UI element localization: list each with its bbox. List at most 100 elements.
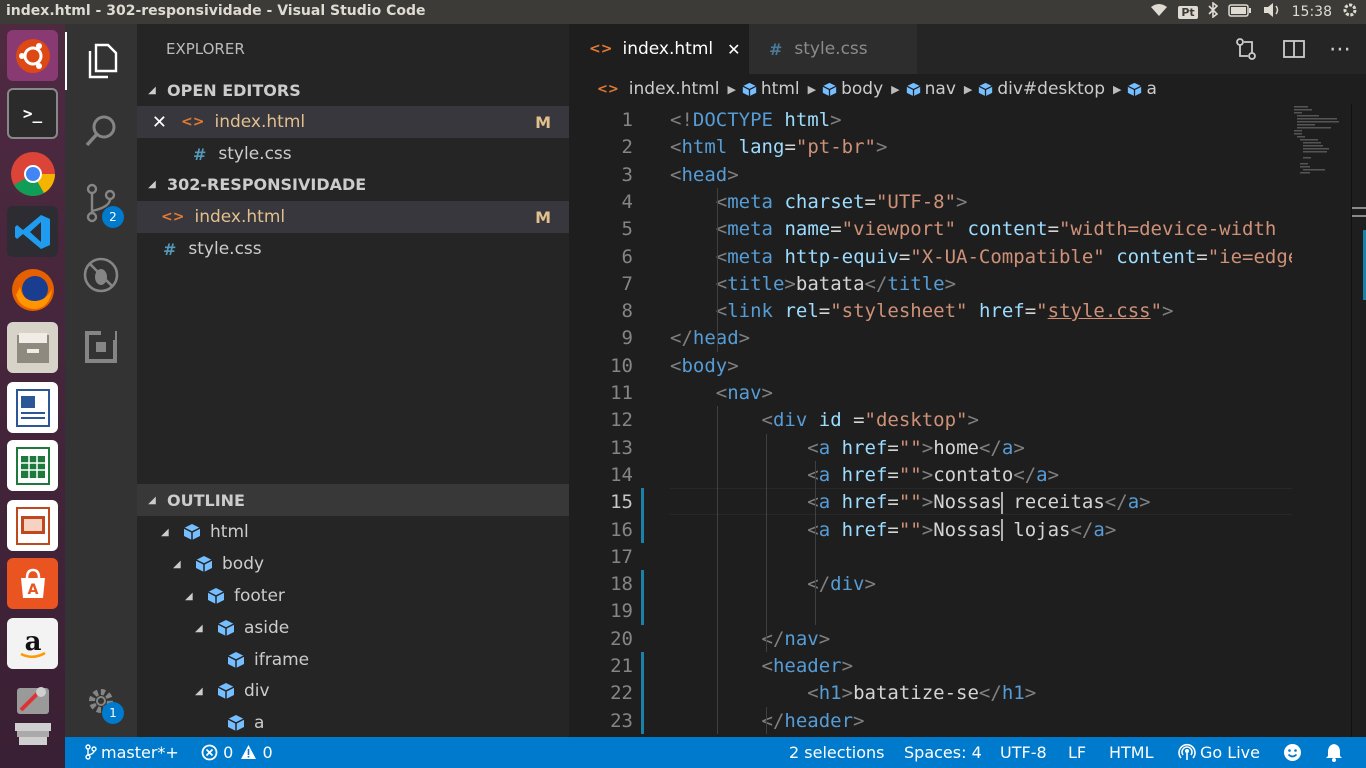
file-item[interactable]: # style.css (137, 233, 569, 265)
code-line[interactable]: <a href="">Nossas lojas</a> (670, 519, 1292, 541)
code-line[interactable]: <body> (670, 355, 1292, 377)
breadcrumb-item[interactable]: index.html (629, 79, 720, 99)
outline-item[interactable]: ◢ footer (137, 580, 569, 612)
line-number[interactable]: 10 (589, 355, 633, 377)
trash-icon[interactable] (7, 714, 58, 754)
manage-gear-icon[interactable]: 1 (65, 672, 137, 730)
outline-item[interactable]: iframe (137, 644, 569, 676)
code-line[interactable]: <h1>batatize-se</h1> (670, 682, 1292, 704)
line-number[interactable]: 16 (589, 519, 633, 541)
line-number[interactable]: 13 (589, 437, 633, 459)
more-actions-icon[interactable]: ⋯ (1327, 24, 1353, 74)
line-number[interactable]: 2 (589, 136, 633, 158)
impress-icon[interactable] (7, 500, 58, 551)
line-number[interactable]: 14 (589, 464, 633, 486)
split-editor-icon[interactable] (1281, 24, 1307, 74)
close-icon[interactable]: ✕ (137, 112, 167, 133)
chrome-icon[interactable] (7, 148, 58, 199)
outline-item[interactable]: ◢ aside (137, 612, 569, 644)
vertical-scrollbar[interactable] (1352, 104, 1366, 737)
line-number[interactable]: 18 (589, 573, 633, 595)
line-number[interactable]: 7 (589, 273, 633, 295)
code-line[interactable]: <meta http-equiv="X-UA-Compatible" conte… (670, 246, 1292, 268)
folder-section-header[interactable]: ◢ 302-RESPONSIVIDADE (137, 168, 569, 200)
terminal-icon[interactable]: >_ (7, 88, 58, 139)
code-line[interactable]: <nav> (670, 382, 1292, 404)
indentation-indicator[interactable]: Spaces: 4 (904, 743, 982, 762)
code-line[interactable]: </head> (670, 327, 1292, 349)
files-icon[interactable] (7, 322, 58, 373)
outline-item[interactable]: ◢ div (137, 675, 569, 707)
line-number[interactable]: 21 (589, 655, 633, 677)
firefox-icon[interactable] (7, 264, 58, 315)
line-number[interactable]: 8 (589, 300, 633, 322)
code-line[interactable]: <a href="">home</a> (670, 437, 1292, 459)
git-change-marker[interactable] (641, 570, 644, 625)
code-line[interactable]: <meta charset="UTF-8"> (670, 191, 1292, 213)
line-number[interactable]: 3 (589, 164, 633, 186)
amazon-icon[interactable]: a (7, 618, 58, 669)
explorer-icon[interactable] (65, 32, 137, 90)
open-editor-item[interactable]: ✕ <> index.html M (137, 106, 569, 138)
line-number[interactable]: 9 (589, 327, 633, 349)
breadcrumb-item[interactable]: nav (925, 79, 956, 99)
breadcrumb-item[interactable]: html (761, 79, 800, 99)
line-number[interactable]: 11 (589, 382, 633, 404)
feedback-smiley-icon[interactable] (1283, 743, 1302, 766)
line-number[interactable]: 4 (589, 191, 633, 213)
keyboard-layout-indicator[interactable]: Pt (1178, 5, 1198, 19)
writer-icon[interactable] (7, 382, 58, 433)
tab-style-css[interactable]: # style.css (749, 24, 917, 74)
code-line[interactable]: <head> (670, 164, 1292, 186)
branch-indicator[interactable]: master*+ (85, 743, 179, 762)
line-number[interactable]: 15 (589, 491, 633, 513)
line-number[interactable]: 5 (589, 218, 633, 240)
code-line[interactable]: <a href="">contato</a> (670, 464, 1292, 486)
code-line[interactable]: <link rel="stylesheet" href="style.css"> (670, 300, 1292, 322)
notifications-bell-icon[interactable] (1325, 743, 1343, 766)
volume-icon[interactable] (1262, 2, 1282, 22)
minimap[interactable] (1292, 104, 1352, 737)
code-line[interactable]: <div id ="desktop"> (670, 409, 1292, 431)
vscode-icon[interactable] (7, 206, 58, 257)
wifi-icon[interactable] (1150, 3, 1168, 21)
clock[interactable]: 15:38 (1292, 4, 1332, 20)
code-line[interactable]: <a href="">Nossas receitas</a> (670, 491, 1292, 514)
encoding-indicator[interactable]: UTF-8 (1000, 743, 1047, 762)
source-control-icon[interactable]: 2 (65, 174, 137, 232)
bluetooth-icon[interactable] (1208, 1, 1218, 22)
line-number[interactable]: 1 (589, 109, 633, 131)
line-number[interactable]: 17 (589, 546, 633, 568)
line-number[interactable]: 20 (589, 628, 633, 650)
code-line[interactable]: <meta name="viewport" content="width=dev… (670, 218, 1292, 240)
language-indicator[interactable]: HTML (1109, 743, 1154, 762)
outline-item[interactable]: ◢ html (137, 516, 569, 548)
open-editor-item[interactable]: # style.css (137, 138, 569, 170)
code-line[interactable]: </nav> (670, 628, 1292, 650)
selections-indicator[interactable]: 2 selections (789, 743, 885, 762)
extensions-icon[interactable] (65, 318, 137, 376)
breadcrumb-item[interactable]: div#desktop (997, 79, 1105, 99)
file-item[interactable]: <> index.html M (137, 201, 569, 233)
code-line[interactable]: <title>batata</title> (670, 273, 1292, 295)
search-icon[interactable] (65, 102, 137, 160)
git-change-marker[interactable] (641, 652, 644, 734)
line-number[interactable]: 22 (589, 682, 633, 704)
outline-item[interactable]: ◢ body (137, 548, 569, 580)
breadcrumb-item[interactable]: a (1146, 79, 1156, 99)
breadcrumb-item[interactable]: body (841, 79, 883, 99)
code-line[interactable]: <!DOCTYPE html> (670, 109, 1292, 131)
line-number[interactable]: 19 (589, 600, 633, 622)
battery-icon[interactable] (1227, 3, 1252, 21)
problems-indicator[interactable]: 0 0 (201, 743, 273, 762)
outline-item[interactable]: a (137, 707, 569, 739)
git-change-marker[interactable] (641, 488, 644, 543)
software-center-icon[interactable]: A (7, 558, 58, 609)
debug-icon[interactable] (65, 246, 137, 304)
tab-index-html[interactable]: <> index.html ✕ (569, 24, 749, 74)
power-gear-icon[interactable] (1342, 2, 1358, 22)
open-editors-section-header[interactable]: ◢ OPEN EDITORS (137, 74, 569, 106)
line-number[interactable]: 12 (589, 409, 633, 431)
code-line[interactable]: <header> (670, 655, 1292, 677)
code-line[interactable]: </div> (670, 573, 1292, 595)
